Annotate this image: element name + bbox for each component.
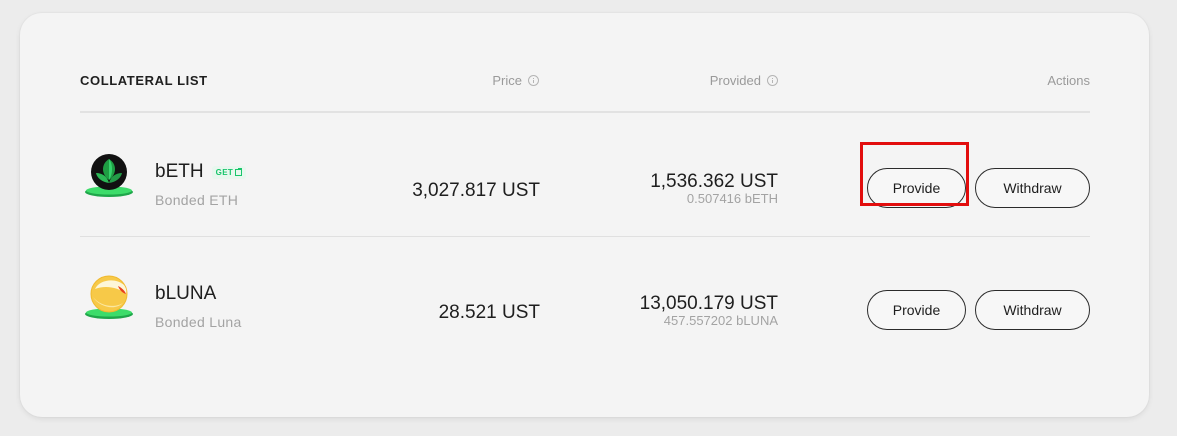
get-badge-label: GET: [215, 167, 234, 177]
get-link-badge[interactable]: GET: [211, 165, 247, 179]
collateral-list-card: COLLATERAL LIST Price Provided Actions b…: [20, 13, 1149, 417]
collateral-list-title: COLLATERAL LIST: [80, 73, 208, 88]
token-full-name: Bonded Luna: [155, 314, 242, 330]
table-row: bETH GET Bonded ETH 3,027.817 UST 1,536.…: [80, 136, 1090, 216]
table-header: COLLATERAL LIST Price Provided Actions: [80, 73, 1090, 93]
provided-header-label: Provided: [709, 73, 761, 88]
token-symbol: bETH GET: [155, 161, 247, 183]
provide-button[interactable]: Provide: [867, 290, 966, 330]
token-price: 3,027.817 UST: [412, 180, 540, 201]
table-row: bLUNA Bonded Luna 28.521 UST 13,050.179 …: [80, 258, 1090, 338]
provided-token-value: 0.507416 bETH: [686, 191, 778, 206]
token-full-name: Bonded ETH: [155, 192, 239, 208]
provide-button[interactable]: Provide: [867, 168, 966, 208]
provided-token-value: 457.557202 bLUNA: [663, 313, 778, 328]
token-price: 28.521 UST: [438, 302, 540, 323]
token-symbol-label: bLUNA: [155, 283, 217, 304]
provided-amount: 13,050.179 UST 457.557202 bLUNA: [640, 294, 778, 328]
external-link-icon: [235, 167, 243, 176]
provided-amount: 1,536.362 UST 0.507416 bETH: [650, 172, 778, 206]
token-symbol-label: bETH: [155, 161, 204, 182]
provided-ust-value: 1,536.362 UST: [650, 171, 778, 192]
row-divider: [80, 236, 1090, 237]
bluna-icon: [85, 275, 133, 319]
price-header-label: Price: [492, 73, 522, 88]
actions-header-label: Actions: [1047, 73, 1090, 88]
withdraw-button[interactable]: Withdraw: [975, 168, 1090, 208]
withdraw-button[interactable]: Withdraw: [975, 290, 1090, 330]
token-symbol: bLUNA: [155, 283, 216, 305]
provided-ust-value: 13,050.179 UST: [639, 293, 778, 314]
provided-column-header: Provided: [710, 73, 778, 88]
price-column-header: Price: [492, 73, 539, 88]
beth-icon: [85, 154, 133, 197]
info-icon[interactable]: [767, 75, 778, 86]
header-divider: [80, 111, 1090, 113]
info-icon[interactable]: [528, 75, 539, 86]
